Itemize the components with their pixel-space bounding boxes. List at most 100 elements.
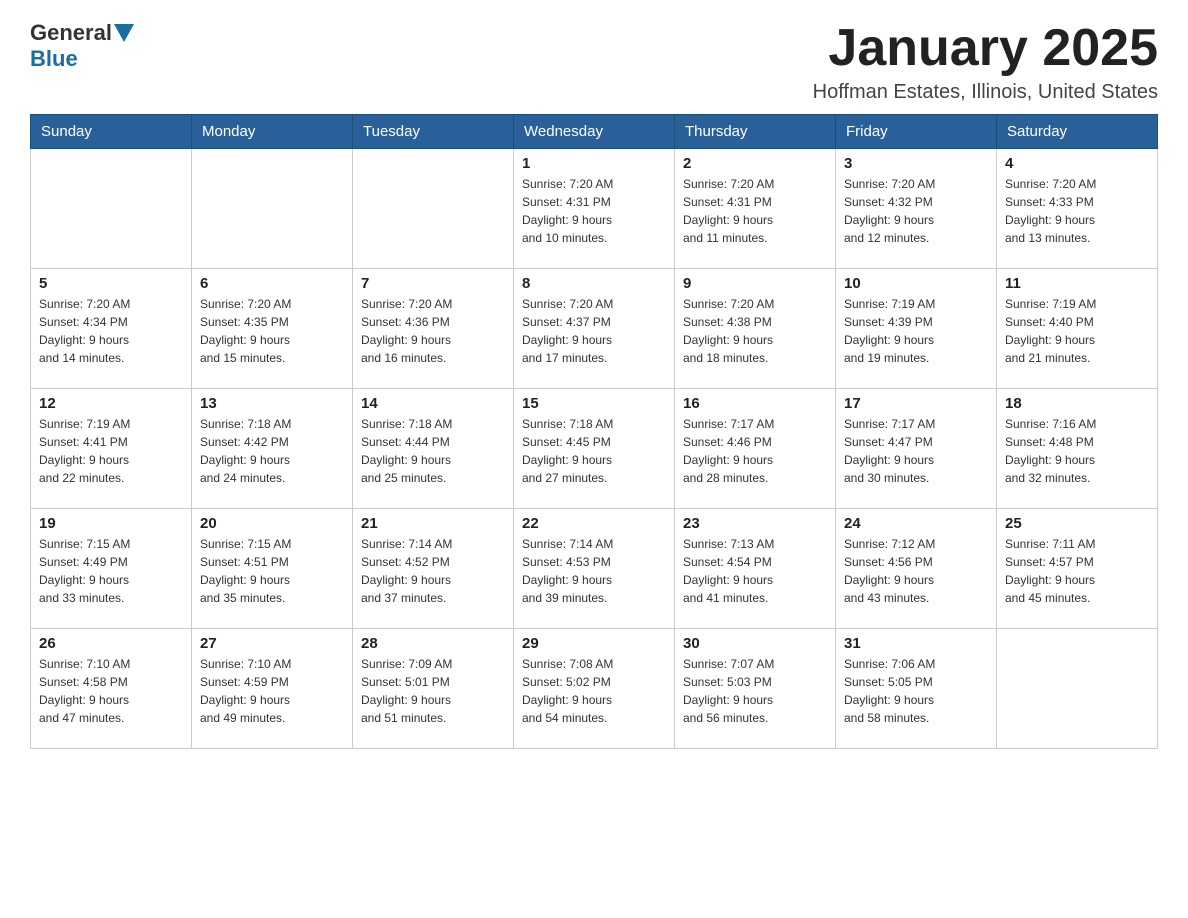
calendar-cell [997, 629, 1158, 749]
title-area: January 2025 Hoffman Estates, Illinois, … [813, 20, 1158, 104]
calendar-cell [353, 149, 514, 269]
day-info: Sunrise: 7:20 AMSunset: 4:37 PMDaylight:… [522, 295, 666, 367]
calendar-cell: 10 Sunrise: 7:19 AMSunset: 4:39 PMDayligh… [836, 269, 997, 389]
page-header: General Blue January 2025 Hoffman Estate… [30, 20, 1158, 104]
column-header-tuesday: Tuesday [353, 115, 514, 149]
day-number: 6 [200, 275, 344, 292]
logo-text: General [30, 20, 136, 46]
day-info: Sunrise: 7:18 AMSunset: 4:42 PMDaylight:… [200, 415, 344, 487]
calendar-cell: 25 Sunrise: 7:11 AMSunset: 4:57 PMDayligh… [997, 509, 1158, 629]
day-info: Sunrise: 7:15 AMSunset: 4:49 PMDaylight:… [39, 535, 183, 607]
calendar-cell: 9 Sunrise: 7:20 AMSunset: 4:38 PMDaylight… [675, 269, 836, 389]
day-number: 4 [1005, 155, 1149, 172]
week-row-2: 5 Sunrise: 7:20 AMSunset: 4:34 PMDaylight… [31, 269, 1158, 389]
location-title: Hoffman Estates, Illinois, United States [813, 81, 1158, 104]
day-info: Sunrise: 7:07 AMSunset: 5:03 PMDaylight:… [683, 655, 827, 727]
day-number: 27 [200, 635, 344, 652]
day-info: Sunrise: 7:20 AMSunset: 4:34 PMDaylight:… [39, 295, 183, 367]
calendar-cell: 30 Sunrise: 7:07 AMSunset: 5:03 PMDayligh… [675, 629, 836, 749]
calendar-cell: 5 Sunrise: 7:20 AMSunset: 4:34 PMDaylight… [31, 269, 192, 389]
week-row-3: 12Sunrise: 7:19 AMSunset: 4:41 PMDayligh… [31, 389, 1158, 509]
week-row-5: 26Sunrise: 7:10 AMSunset: 4:58 PMDayligh… [31, 629, 1158, 749]
day-number: 22 [522, 515, 666, 532]
day-info: Sunrise: 7:17 AMSunset: 4:46 PMDaylight:… [683, 415, 827, 487]
day-info: Sunrise: 7:09 AMSunset: 5:01 PMDaylight:… [361, 655, 505, 727]
calendar-cell [31, 149, 192, 269]
column-header-wednesday: Wednesday [514, 115, 675, 149]
day-info: Sunrise: 7:19 AMSunset: 4:39 PMDaylight:… [844, 295, 988, 367]
day-info: Sunrise: 7:20 AMSunset: 4:31 PMDaylight:… [522, 175, 666, 247]
day-number: 13 [200, 395, 344, 412]
day-info: Sunrise: 7:14 AMSunset: 4:53 PMDaylight:… [522, 535, 666, 607]
day-info: Sunrise: 7:20 AMSunset: 4:36 PMDaylight:… [361, 295, 505, 367]
calendar-cell: 12Sunrise: 7:19 AMSunset: 4:41 PMDayligh… [31, 389, 192, 509]
calendar-cell: 29 Sunrise: 7:08 AMSunset: 5:02 PMDayligh… [514, 629, 675, 749]
calendar-cell: 4Sunrise: 7:20 AMSunset: 4:33 PMDaylight… [997, 149, 1158, 269]
calendar-cell: 15 Sunrise: 7:18 AMSunset: 4:45 PMDayligh… [514, 389, 675, 509]
day-number: 10 [844, 275, 988, 292]
calendar-table: SundayMondayTuesdayWednesdayThursdayFrid… [30, 114, 1158, 749]
day-number: 5 [39, 275, 183, 292]
calendar-cell: 7Sunrise: 7:20 AMSunset: 4:36 PMDaylight… [353, 269, 514, 389]
week-row-4: 19 Sunrise: 7:15 AMSunset: 4:49 PMDayligh… [31, 509, 1158, 629]
day-number: 18 [1005, 395, 1149, 412]
day-info: Sunrise: 7:06 AMSunset: 5:05 PMDaylight:… [844, 655, 988, 727]
calendar-header-row: SundayMondayTuesdayWednesdayThursdayFrid… [31, 115, 1158, 149]
day-number: 12 [39, 395, 183, 412]
day-info: Sunrise: 7:11 AMSunset: 4:57 PMDaylight:… [1005, 535, 1149, 607]
day-number: 15 [522, 395, 666, 412]
day-info: Sunrise: 7:15 AMSunset: 4:51 PMDaylight:… [200, 535, 344, 607]
day-number: 25 [1005, 515, 1149, 532]
calendar-cell: 31 Sunrise: 7:06 AMSunset: 5:05 PMDayligh… [836, 629, 997, 749]
day-number: 14 [361, 395, 505, 412]
day-number: 11 [1005, 275, 1149, 292]
day-number: 31 [844, 635, 988, 652]
calendar-cell: 22 Sunrise: 7:14 AMSunset: 4:53 PMDayligh… [514, 509, 675, 629]
day-info: Sunrise: 7:18 AMSunset: 4:44 PMDaylight:… [361, 415, 505, 487]
day-info: Sunrise: 7:17 AMSunset: 4:47 PMDaylight:… [844, 415, 988, 487]
day-number: 16 [683, 395, 827, 412]
column-header-sunday: Sunday [31, 115, 192, 149]
day-info: Sunrise: 7:20 AMSunset: 4:32 PMDaylight:… [844, 175, 988, 247]
column-header-monday: Monday [192, 115, 353, 149]
logo-triangle-icon [114, 24, 134, 42]
calendar-cell: 23Sunrise: 7:13 AMSunset: 4:54 PMDayligh… [675, 509, 836, 629]
day-number: 2 [683, 155, 827, 172]
day-number: 1 [522, 155, 666, 172]
calendar-cell: 1 Sunrise: 7:20 AMSunset: 4:31 PMDaylight… [514, 149, 675, 269]
day-info: Sunrise: 7:08 AMSunset: 5:02 PMDaylight:… [522, 655, 666, 727]
calendar-cell: 28 Sunrise: 7:09 AMSunset: 5:01 PMDayligh… [353, 629, 514, 749]
week-row-1: 1 Sunrise: 7:20 AMSunset: 4:31 PMDaylight… [31, 149, 1158, 269]
calendar-cell: 2 Sunrise: 7:20 AMSunset: 4:31 PMDaylight… [675, 149, 836, 269]
day-info: Sunrise: 7:10 AMSunset: 4:58 PMDaylight:… [39, 655, 183, 727]
logo-blue: Blue [30, 46, 78, 72]
day-number: 3 [844, 155, 988, 172]
day-info: Sunrise: 7:12 AMSunset: 4:56 PMDaylight:… [844, 535, 988, 607]
calendar-cell: 6Sunrise: 7:20 AMSunset: 4:35 PMDaylight… [192, 269, 353, 389]
day-number: 19 [39, 515, 183, 532]
day-number: 9 [683, 275, 827, 292]
calendar-cell: 11 Sunrise: 7:19 AMSunset: 4:40 PMDayligh… [997, 269, 1158, 389]
day-number: 29 [522, 635, 666, 652]
day-info: Sunrise: 7:20 AMSunset: 4:31 PMDaylight:… [683, 175, 827, 247]
day-number: 28 [361, 635, 505, 652]
day-info: Sunrise: 7:19 AMSunset: 4:40 PMDaylight:… [1005, 295, 1149, 367]
day-info: Sunrise: 7:20 AMSunset: 4:38 PMDaylight:… [683, 295, 827, 367]
calendar-cell: 16 Sunrise: 7:17 AMSunset: 4:46 PMDayligh… [675, 389, 836, 509]
calendar-cell: 19 Sunrise: 7:15 AMSunset: 4:49 PMDayligh… [31, 509, 192, 629]
month-title: January 2025 [813, 20, 1158, 77]
day-info: Sunrise: 7:10 AMSunset: 4:59 PMDaylight:… [200, 655, 344, 727]
day-number: 30 [683, 635, 827, 652]
day-number: 20 [200, 515, 344, 532]
day-number: 23 [683, 515, 827, 532]
column-header-thursday: Thursday [675, 115, 836, 149]
calendar-cell: 18Sunrise: 7:16 AMSunset: 4:48 PMDayligh… [997, 389, 1158, 509]
calendar-cell: 21Sunrise: 7:14 AMSunset: 4:52 PMDayligh… [353, 509, 514, 629]
logo: General Blue [30, 20, 136, 72]
calendar-cell: 17 Sunrise: 7:17 AMSunset: 4:47 PMDayligh… [836, 389, 997, 509]
calendar-cell: 13 Sunrise: 7:18 AMSunset: 4:42 PMDayligh… [192, 389, 353, 509]
column-header-saturday: Saturday [997, 115, 1158, 149]
day-number: 17 [844, 395, 988, 412]
calendar-cell [192, 149, 353, 269]
day-info: Sunrise: 7:18 AMSunset: 4:45 PMDaylight:… [522, 415, 666, 487]
